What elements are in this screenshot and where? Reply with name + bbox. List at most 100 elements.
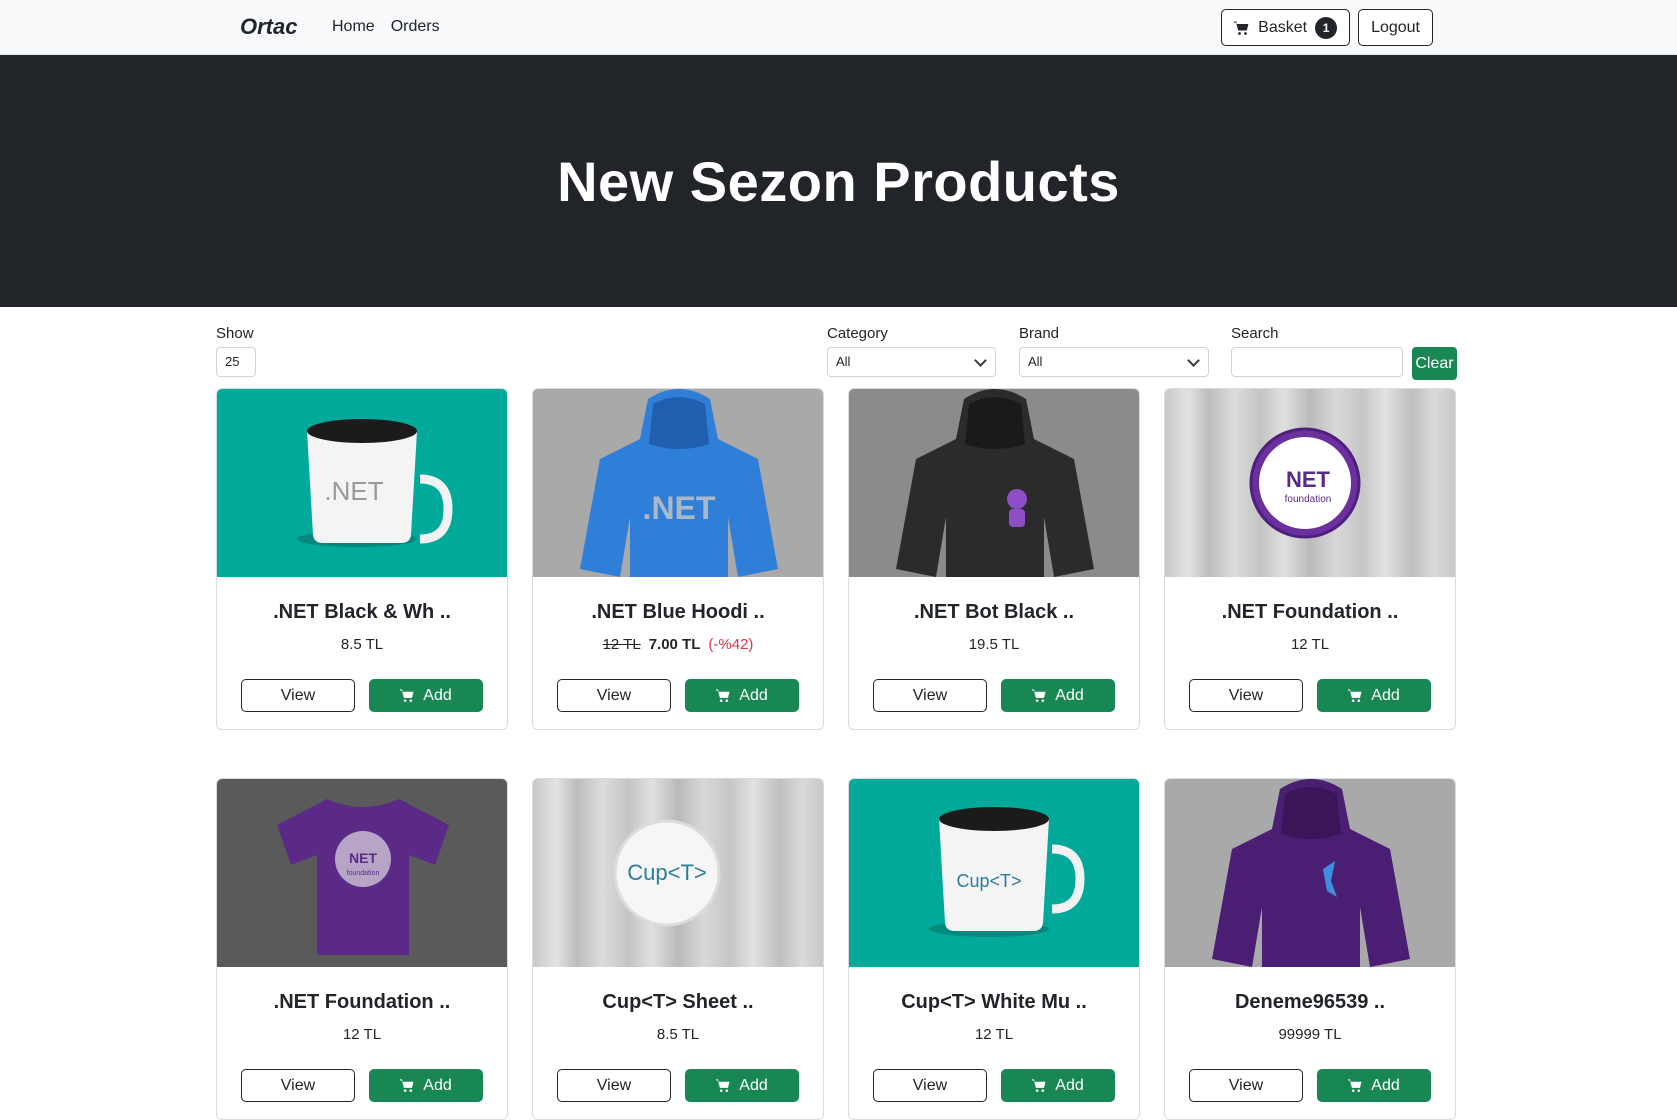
add-to-basket-button[interactable]: Add	[685, 1069, 799, 1102]
product-card: NET foundation .NET Foundation .. 12 TL …	[1164, 388, 1456, 730]
nav-links: Home Orders	[332, 18, 440, 36]
basket-count-badge: 1	[1315, 16, 1338, 39]
product-image[interactable]	[1165, 779, 1455, 967]
cart-icon	[716, 689, 730, 702]
product-title: Cup<T> Sheet ..	[602, 991, 754, 1013]
basket-button[interactable]: Basket 1	[1221, 9, 1351, 46]
add-label: Add	[1371, 686, 1400, 704]
clear-button[interactable]: Clear	[1412, 347, 1457, 380]
category-label: Category	[827, 325, 888, 342]
product-card: Cup<T> Cup<T> White Mu .. 12 TL View Add	[848, 778, 1140, 1120]
category-select[interactable]: All	[827, 347, 996, 377]
product-card: .NET .NET Black & Wh .. 8.5 TL View Add	[216, 388, 508, 730]
add-label: Add	[423, 1076, 452, 1094]
chevron-down-icon	[974, 354, 987, 367]
logout-button[interactable]: Logout	[1358, 9, 1433, 46]
product-title: Deneme96539 ..	[1234, 991, 1386, 1013]
cart-icon	[716, 1079, 730, 1092]
add-to-basket-button[interactable]: Add	[369, 1069, 483, 1102]
product-title: .NET Foundation ..	[1221, 601, 1399, 623]
view-button[interactable]: View	[241, 679, 355, 712]
product-price: 8.5 TL	[656, 1026, 700, 1043]
product-price: 12 TL	[342, 1026, 382, 1043]
card-actions: View Add	[557, 679, 799, 712]
card-actions: View Add	[557, 1069, 799, 1102]
product-price: 12 TL	[974, 1026, 1014, 1043]
brand-logo[interactable]: Ortac	[240, 14, 297, 40]
product-image[interactable]	[849, 389, 1139, 577]
product-title: .NET Black & Wh ..	[273, 601, 451, 623]
view-button[interactable]: View	[557, 679, 671, 712]
product-card: .NET .NET Blue Hoodi .. 12 TL 7.00 TL (-%4…	[532, 388, 824, 730]
view-button[interactable]: View	[873, 679, 987, 712]
add-label: Add	[1371, 1076, 1400, 1094]
basket-label: Basket	[1258, 18, 1308, 36]
product-title: Cup<T> White Mu ..	[901, 991, 1087, 1013]
add-label: Add	[1055, 686, 1084, 704]
product-title: .NET Bot Black ..	[913, 601, 1075, 623]
product-image[interactable]: Cup<T>	[849, 779, 1139, 967]
view-button[interactable]: View	[1189, 1069, 1303, 1102]
show-label: Show	[216, 325, 254, 342]
add-to-basket-button[interactable]: Add	[1317, 679, 1431, 712]
card-actions: View Add	[1189, 1069, 1431, 1102]
product-card: .NET Bot Black .. 19.5 TL View Add	[848, 388, 1140, 730]
hero-title: New Sezon Products	[557, 149, 1120, 213]
pin-cup-logo-text: Cup<T>	[627, 860, 707, 885]
cart-icon	[400, 689, 414, 702]
product-image[interactable]: NET foundation	[217, 779, 507, 967]
product-price: 99999 TL	[1278, 1026, 1342, 1043]
view-button[interactable]: View	[557, 1069, 671, 1102]
add-to-basket-button[interactable]: Add	[1317, 1069, 1431, 1102]
product-price: 12 TL	[1290, 636, 1330, 653]
view-button[interactable]: View	[1189, 679, 1303, 712]
cart-icon	[1032, 1079, 1046, 1092]
product-image[interactable]: .NET	[217, 389, 507, 577]
search-label: Search	[1231, 325, 1279, 342]
brand-label: Brand	[1019, 325, 1060, 342]
add-to-basket-button[interactable]: Add	[1001, 679, 1115, 712]
nav-home-link[interactable]: Home	[332, 18, 375, 36]
nav-orders-link[interactable]: Orders	[391, 18, 440, 36]
brand-select[interactable]: All	[1019, 347, 1209, 377]
pin-logo-text: NET	[1286, 467, 1331, 492]
navbar: Ortac Home Orders Basket 1 Logout	[0, 0, 1677, 55]
view-button[interactable]: View	[873, 1069, 987, 1102]
cart-icon	[1348, 1079, 1362, 1092]
card-actions: View Add	[241, 679, 483, 712]
hero-banner: New Sezon Products	[0, 55, 1677, 307]
pin-logo-subtext: foundation	[1285, 494, 1332, 505]
search-input[interactable]	[1231, 347, 1403, 377]
product-image[interactable]: .NET	[533, 389, 823, 577]
add-label: Add	[1055, 1076, 1084, 1094]
filter-bar: Show 25 Category All Brand All Search Cl…	[216, 325, 1457, 385]
show-count-input[interactable]: 25	[216, 347, 256, 377]
product-title: .NET Foundation ..	[273, 991, 451, 1013]
add-to-basket-button[interactable]: Add	[685, 679, 799, 712]
cart-icon	[1032, 689, 1046, 702]
add-label: Add	[423, 686, 452, 704]
card-actions: View Add	[873, 679, 1115, 712]
product-card: Deneme96539 .. 99999 TL View Add	[1164, 778, 1456, 1120]
add-to-basket-button[interactable]: Add	[369, 679, 483, 712]
cart-icon	[400, 1079, 414, 1092]
nav-actions: Basket 1 Logout	[1221, 9, 1433, 46]
card-actions: View Add	[873, 1069, 1115, 1102]
add-label: Add	[739, 1076, 768, 1094]
discount-badge: (-%42)	[708, 636, 754, 653]
product-card: NET foundation .NET Foundation .. 12 TL …	[216, 778, 508, 1120]
product-grid: .NET .NET Black & Wh .. 8.5 TL View Add …	[216, 388, 1457, 1120]
cart-icon	[1348, 689, 1362, 702]
card-actions: View Add	[241, 1069, 483, 1102]
view-button[interactable]: View	[241, 1069, 355, 1102]
product-title: .NET Blue Hoodi ..	[591, 601, 765, 623]
product-image[interactable]: NET foundation	[1165, 389, 1455, 577]
add-to-basket-button[interactable]: Add	[1001, 1069, 1115, 1102]
brand-selected-value: All	[1028, 354, 1043, 369]
product-card: Cup<T> Cup<T> Sheet .. 8.5 TL View Add	[532, 778, 824, 1120]
cart-icon	[1234, 21, 1249, 35]
product-price: 8.5 TL	[340, 636, 384, 653]
product-image[interactable]: Cup<T>	[533, 779, 823, 967]
tshirt-logo-subtext: foundation	[347, 870, 380, 877]
hoodie-logo-text: .NET	[643, 490, 716, 526]
